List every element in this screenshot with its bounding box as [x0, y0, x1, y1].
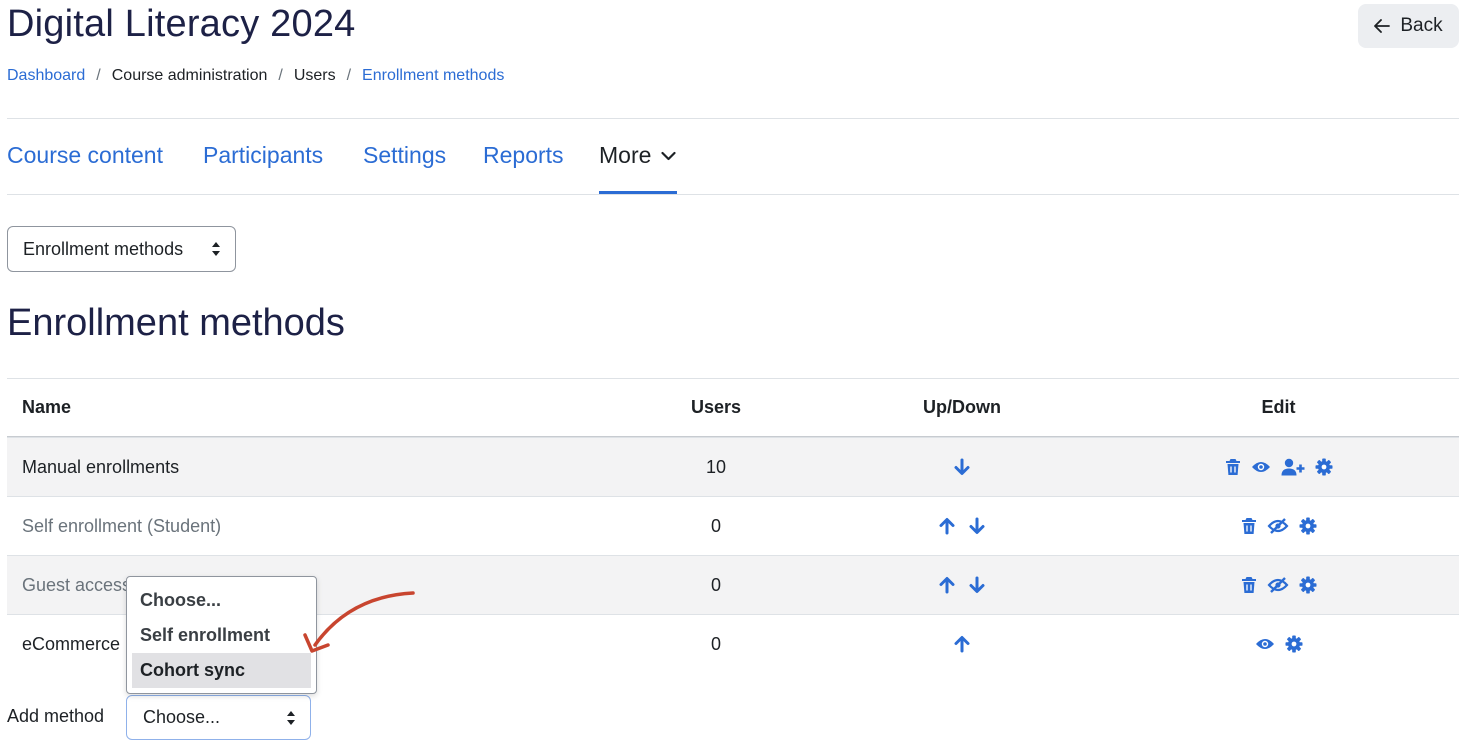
breadcrumb: Dashboard / Course administration / User… [7, 67, 504, 85]
arrow-up-icon[interactable] [938, 576, 956, 594]
table-row: Self enrollment (Student) 0 [7, 496, 1459, 555]
column-header-users: Users [690, 397, 742, 417]
method-users-count: 0 [710, 574, 721, 595]
method-name: eCommerce [22, 633, 121, 654]
chevron-down-icon [661, 151, 677, 161]
trash-icon[interactable] [1225, 458, 1241, 476]
add-method-dropdown: Choose... Self enrollment Cohort sync [126, 576, 317, 694]
tab-participants[interactable]: Participants [203, 142, 323, 169]
back-button-label: Back [1400, 15, 1443, 36]
gear-icon[interactable] [1299, 576, 1317, 594]
gear-icon[interactable] [1315, 458, 1333, 476]
sort-caret-icon [211, 241, 221, 257]
breadcrumb-dashboard[interactable]: Dashboard [7, 67, 85, 85]
arrow-left-icon [1374, 19, 1391, 33]
eye-icon[interactable] [1255, 637, 1275, 651]
tab-more-label: More [599, 142, 652, 168]
column-header-updown: Up/Down [923, 397, 1001, 417]
table-header-row: Name Users Up/Down Edit [7, 378, 1459, 437]
method-users-count: 10 [705, 456, 727, 477]
table-row: Manual enrollments 10 [7, 437, 1459, 496]
tab-course-content[interactable]: Course content [7, 142, 163, 169]
tab-more[interactable]: More [599, 142, 677, 169]
arrow-up-icon[interactable] [953, 635, 971, 653]
user-plus-icon[interactable] [1281, 458, 1305, 476]
method-name: Self enrollment (Student) [22, 515, 222, 536]
method-users-count: 0 [710, 515, 721, 536]
dropdown-option-self-enrollment[interactable]: Self enrollment [132, 618, 311, 653]
add-method-select-value: Choose... [143, 707, 221, 727]
arrow-up-icon[interactable] [938, 517, 956, 535]
annotation-arrow-icon [290, 585, 420, 665]
back-button[interactable]: Back [1358, 4, 1459, 48]
method-name: Guest access [22, 574, 132, 595]
breadcrumb-course-administration: Course administration [111, 67, 268, 84]
gear-icon[interactable] [1299, 517, 1317, 535]
trash-icon[interactable] [1241, 576, 1257, 594]
arrow-down-icon[interactable] [953, 458, 971, 476]
divider [7, 118, 1459, 119]
section-heading: Enrollment methods [7, 302, 345, 344]
breadcrumb-separator: / [96, 67, 101, 84]
gear-icon[interactable] [1285, 635, 1303, 653]
sort-caret-icon [286, 710, 296, 726]
trash-icon[interactable] [1241, 517, 1257, 535]
dropdown-option-choose[interactable]: Choose... [132, 583, 311, 618]
breadcrumb-enrollment-methods[interactable]: Enrollment methods [362, 67, 504, 85]
eye-icon[interactable] [1251, 460, 1271, 474]
dropdown-option-cohort-sync[interactable]: Cohort sync [132, 653, 311, 688]
eye-slash-icon[interactable] [1267, 577, 1289, 593]
tab-reports[interactable]: Reports [483, 142, 564, 169]
method-users-count: 0 [710, 633, 721, 654]
page-select-value: Enrollment methods [23, 238, 184, 259]
add-method-label: Add method [7, 706, 105, 726]
breadcrumb-separator: / [346, 67, 352, 84]
tab-settings[interactable]: Settings [363, 142, 446, 169]
page-select[interactable]: Enrollment methods [7, 226, 236, 272]
page-title: Digital Literacy 2024 [7, 3, 356, 45]
divider [7, 194, 1459, 195]
breadcrumb-users: Users [293, 67, 336, 84]
method-name: Manual enrollments [22, 456, 180, 477]
column-header-edit: Edit [1261, 397, 1296, 417]
eye-slash-icon[interactable] [1267, 518, 1289, 534]
breadcrumb-separator: / [278, 67, 283, 84]
arrow-down-icon[interactable] [968, 517, 986, 535]
arrow-down-icon[interactable] [968, 576, 986, 594]
column-header-name: Name [22, 397, 72, 417]
add-method-select[interactable]: Choose... [126, 695, 311, 740]
